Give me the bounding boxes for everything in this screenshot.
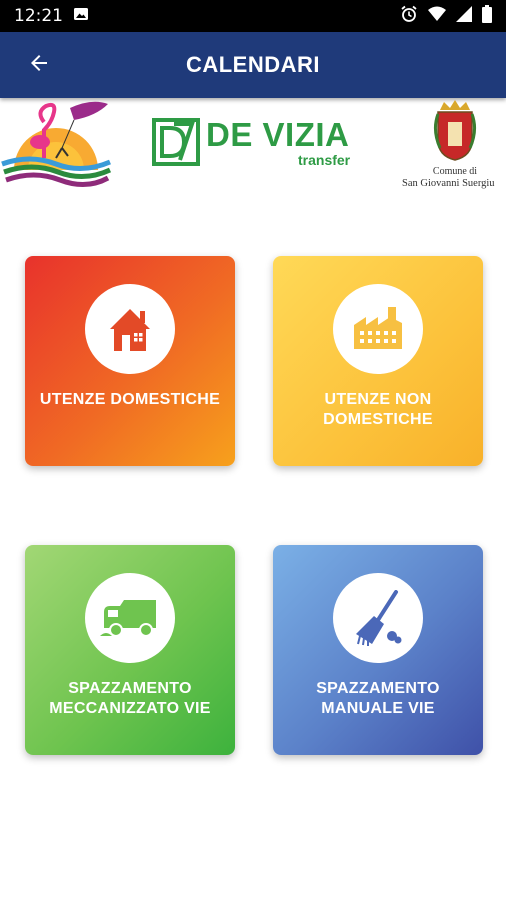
card-utenze-non-domestiche[interactable]: UTENZE NON DOMESTICHE [273,256,483,466]
comune-line2: San Giovanni Suergiu [402,178,495,189]
comune-logo: Comune di San Giovanni Suergiu [402,100,506,192]
card-label: SPAZZAMENTO MECCANIZZATO VIE [49,680,211,717]
flamingo-logo [0,98,114,195]
card-spazzamento-manuale[interactable]: SPAZZAMENTO MANUALE VIE [273,545,483,755]
card-label: UTENZE DOMESTICHE [39,391,221,408]
card-icon-circle [85,573,175,663]
image-notification-icon [73,6,89,27]
coat-of-arms-icon [433,100,477,161]
card-label: UTENZE NON DOMESTICHE [323,391,433,428]
factory-icon [354,307,402,349]
card-icon-circle [333,284,423,374]
brand-sub: transfer [298,152,351,168]
card-utenze-domestiche[interactable]: UTENZE DOMESTICHE [25,256,235,466]
signal-icon [456,5,472,27]
de-vizia-mark-icon [152,118,200,166]
arrow-back-icon [27,51,51,80]
logos-row: DE VIZIA transfer Comune di San Giovanni… [0,98,506,198]
status-bar: 12:21 [0,0,506,32]
back-button[interactable] [0,32,78,98]
house-icon [110,309,150,351]
card-label: SPAZZAMENTO MANUALE VIE [316,680,440,717]
broom-icon [356,590,402,646]
card-icon-circle [333,573,423,663]
battery-icon [482,4,492,28]
card-icon-circle [85,284,175,374]
brand-name: DE VIZIA [206,116,350,153]
status-time: 12:21 [14,6,63,26]
comune-line1: Comune di [432,166,478,177]
truck-icon [100,600,156,637]
app-bar: CALENDARI [0,32,506,98]
de-vizia-logo: DE VIZIA transfer [150,116,360,170]
card-spazzamento-meccanizzato[interactable]: SPAZZAMENTO MECCANIZZATO VIE [25,545,235,755]
wifi-icon [428,6,446,27]
alarm-icon [400,5,418,28]
